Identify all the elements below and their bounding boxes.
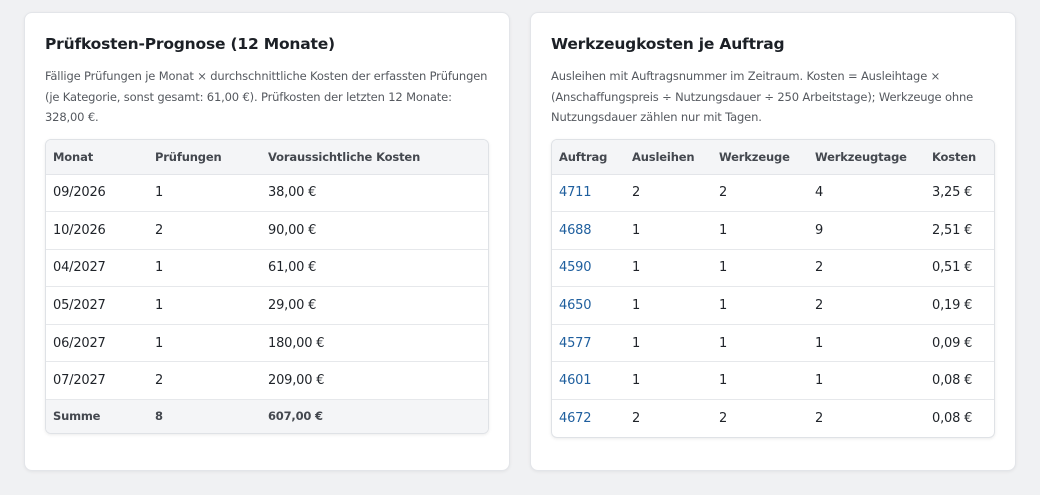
cost-cell: 0,08 € bbox=[925, 361, 994, 401]
column-header-order: Auftrag bbox=[552, 140, 625, 175]
inspections-cell: 2 bbox=[148, 361, 261, 401]
table-row: 10/2026 2 90,00 € bbox=[46, 211, 488, 250]
tool-days-cell: 1 bbox=[808, 361, 925, 401]
sum-inspections: 8 bbox=[148, 399, 261, 433]
cost-cell: 180,00 € bbox=[261, 324, 488, 363]
cost-cell: 0,19 € bbox=[925, 286, 994, 325]
cost-cell: 2,51 € bbox=[925, 211, 994, 250]
tool-costs-title: Werkzeugkosten je Auftrag bbox=[551, 35, 785, 53]
order-link[interactable]: 4601 bbox=[559, 373, 591, 388]
inspections-cell: 1 bbox=[148, 249, 261, 288]
order-link[interactable]: 4688 bbox=[559, 223, 591, 238]
month-cell: 04/2027 bbox=[46, 249, 148, 288]
forecast-title: Prüfkosten-Prognose (12 Monate) bbox=[45, 35, 335, 53]
tools-cell: 1 bbox=[712, 249, 808, 288]
table-row: 4590 1 1 2 0,51 € bbox=[552, 249, 994, 288]
table-row: 4711 2 2 4 3,25 € bbox=[552, 174, 994, 213]
inspections-cell: 1 bbox=[148, 324, 261, 363]
loans-cell: 1 bbox=[625, 324, 712, 363]
column-header-tool-days: Werkzeugtage bbox=[808, 140, 925, 175]
column-header-tools: Werkzeuge bbox=[712, 140, 808, 175]
forecast-header-row: Monat Prüfungen Voraussichtliche Kosten bbox=[46, 140, 488, 175]
month-cell: 05/2027 bbox=[46, 286, 148, 325]
loans-cell: 2 bbox=[625, 174, 712, 213]
tool-days-cell: 9 bbox=[808, 211, 925, 250]
sum-cost: 607,00 € bbox=[261, 399, 488, 433]
loans-cell: 1 bbox=[625, 361, 712, 401]
column-header-expected-cost: Voraussichtliche Kosten bbox=[261, 140, 488, 175]
sum-label: Summe bbox=[46, 399, 148, 433]
tools-cell: 2 bbox=[719, 411, 728, 427]
order-link[interactable]: 4590 bbox=[559, 260, 591, 275]
sum-row: Summe 8 607,00 € bbox=[46, 399, 488, 433]
table-row: 05/2027 1 29,00 € bbox=[46, 286, 488, 325]
tool-costs-description: Ausleihen mit Auftragsnummer im Zeitraum… bbox=[551, 69, 974, 124]
tools-cell: 2 bbox=[712, 174, 808, 213]
tool-days-cell: 1 bbox=[808, 324, 925, 363]
tools-cell: 1 bbox=[712, 286, 808, 325]
tool-costs-table-container[interactable]: Auftrag Ausleihen Werkzeuge Werkzeugtage… bbox=[551, 139, 995, 439]
table-row: 4650 1 1 2 0,19 € bbox=[552, 286, 994, 325]
loans-cell: 1 bbox=[625, 286, 712, 325]
column-header-inspections: Prüfungen bbox=[148, 140, 261, 175]
tool-costs-table: Auftrag Ausleihen Werkzeuge Werkzeugtage… bbox=[552, 140, 994, 437]
order-link[interactable]: 4711 bbox=[559, 185, 591, 200]
month-cell: 07/2027 bbox=[46, 361, 148, 401]
cost-cell: 0,09 € bbox=[925, 324, 994, 363]
tool-costs-card: Werkzeugkosten je Auftrag Ausleihen mit … bbox=[530, 12, 1016, 471]
forecast-table: Monat Prüfungen Voraussichtliche Kosten … bbox=[46, 140, 488, 433]
month-cell: 10/2026 bbox=[46, 211, 148, 250]
table-row: 4577 1 1 1 0,09 € bbox=[552, 324, 994, 363]
tool-costs-header-row: Auftrag Ausleihen Werkzeuge Werkzeugtage… bbox=[552, 140, 994, 175]
order-link[interactable]: 4577 bbox=[559, 336, 591, 351]
inspections-cell: 1 bbox=[148, 286, 261, 325]
table-row: 4672 2 2 2 0,08 € bbox=[552, 400, 994, 438]
tool-days-cell: 2 bbox=[808, 286, 925, 325]
loans-cell: 2 bbox=[632, 411, 641, 427]
table-row: 06/2027 1 180,00 € bbox=[46, 324, 488, 363]
table-row: 04/2027 1 61,00 € bbox=[46, 249, 488, 288]
month-cell: 06/2027 bbox=[46, 324, 148, 363]
forecast-card: Prüfkosten-Prognose (12 Monate) Fällige … bbox=[24, 12, 510, 471]
cost-cell: 90,00 € bbox=[261, 211, 488, 250]
cost-cell: 61,00 € bbox=[261, 249, 488, 288]
order-link[interactable]: 4650 bbox=[559, 298, 591, 313]
cost-cell: 209,00 € bbox=[261, 361, 488, 401]
table-row: 4601 1 1 1 0,08 € bbox=[552, 361, 994, 401]
column-header-cost: Kosten bbox=[925, 140, 994, 175]
cost-cell: 38,00 € bbox=[261, 174, 488, 213]
tools-cell: 1 bbox=[712, 361, 808, 401]
cost-cell: 29,00 € bbox=[261, 286, 488, 325]
cost-cell: 0,51 € bbox=[925, 249, 994, 288]
inspections-cell: 2 bbox=[148, 211, 261, 250]
cost-cell: 0,08 € bbox=[932, 411, 973, 427]
inspections-cell: 1 bbox=[148, 174, 261, 213]
forecast-table-container[interactable]: Monat Prüfungen Voraussichtliche Kosten … bbox=[45, 139, 489, 434]
tool-days-cell: 4 bbox=[808, 174, 925, 213]
tool-days-cell: 2 bbox=[815, 411, 824, 427]
forecast-description: Fällige Prüfungen je Monat × durchschnit… bbox=[45, 69, 488, 124]
column-header-month: Monat bbox=[46, 140, 148, 175]
tools-cell: 1 bbox=[712, 211, 808, 250]
table-row: 4688 1 1 9 2,51 € bbox=[552, 211, 994, 250]
table-row: 07/2027 2 209,00 € bbox=[46, 361, 488, 401]
loans-cell: 1 bbox=[625, 249, 712, 288]
cost-cell: 3,25 € bbox=[925, 174, 994, 213]
loans-cell: 1 bbox=[625, 211, 712, 250]
order-link[interactable]: 4672 bbox=[559, 411, 591, 426]
month-cell: 09/2026 bbox=[46, 174, 148, 213]
table-row: 09/2026 1 38,00 € bbox=[46, 174, 488, 213]
tools-cell: 1 bbox=[712, 324, 808, 363]
tool-days-cell: 2 bbox=[808, 249, 925, 288]
column-header-loans: Ausleihen bbox=[625, 140, 712, 175]
